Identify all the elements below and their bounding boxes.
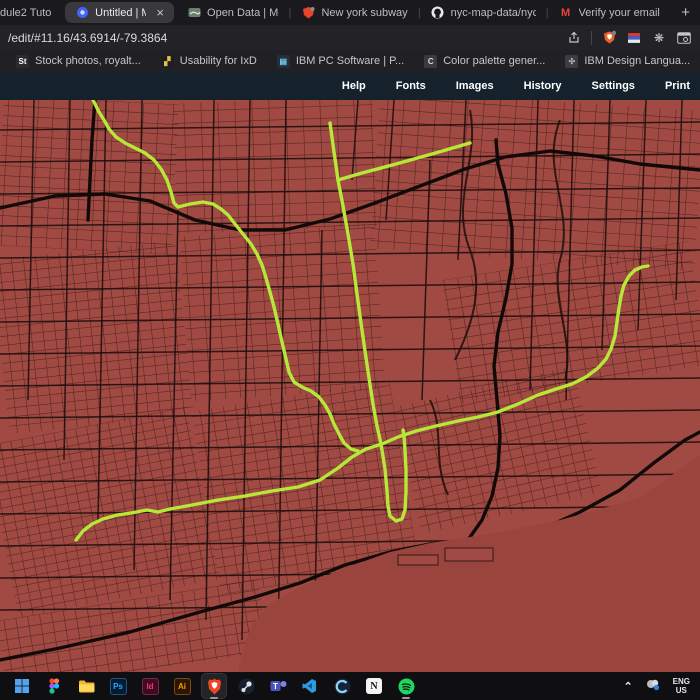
tab-title: Open Data | Metrolinx (207, 7, 279, 19)
bookmark-label: Color palette gener... (443, 55, 545, 67)
browser-tab-strip: dule2 Tutorial4 Untitled | Mapbox × Open Da… (0, 0, 700, 25)
harbour-pier (398, 555, 438, 565)
harbour-pier (445, 548, 493, 561)
language-indicator[interactable]: ENG US (673, 677, 690, 695)
brave-shield-icon[interactable] (601, 30, 617, 46)
weather-icon[interactable] (645, 677, 661, 696)
url-field[interactable]: /edit/#11.16/43.6914/-79.3864 (8, 31, 566, 45)
tab-title: dule2 Tutorial4 (0, 7, 52, 19)
studio-menu-help[interactable]: Help (342, 80, 366, 92)
file-explorer-icon[interactable] (74, 674, 98, 698)
photoshop-icon[interactable]: Ps (106, 674, 130, 698)
teams-icon[interactable]: T (266, 674, 290, 698)
tab-close-icon[interactable]: × (156, 5, 164, 20)
tab-title: nyc-map-data/nyc_subwa (451, 7, 536, 19)
indesign-icon[interactable]: Id (138, 674, 162, 698)
browser-tab-2[interactable]: Untitled | Mapbox × (65, 2, 174, 23)
bookmark-label: Stock photos, royalt... (35, 55, 141, 67)
browser-tab-3[interactable]: Open Data | Metrolinx (178, 0, 288, 25)
svg-text:T: T (273, 682, 278, 691)
tab-separator: | (418, 7, 421, 19)
usability-icon: ▞ (161, 55, 174, 68)
steam-icon[interactable] (234, 674, 258, 698)
tab-separator: | (546, 7, 549, 19)
github-icon (431, 6, 445, 20)
address-bar: /edit/#11.16/43.6914/-79.3864 ❋ (0, 25, 700, 50)
bookmark-item-4[interactable]: C Color palette gener... (416, 55, 553, 68)
browser-tab-1[interactable]: dule2 Tutorial4 (0, 0, 61, 25)
bookmark-item-2[interactable]: ▞ Usability for IxD (153, 55, 265, 68)
color-palette-icon: C (424, 55, 437, 68)
shutterstock-icon: St (16, 55, 29, 68)
desktop: dule2 Tutorial4 Untitled | Mapbox × Open Da… (0, 0, 700, 700)
mapbox-icon (75, 6, 89, 20)
map-canvas[interactable] (0, 100, 700, 672)
taskbar-apps: Ps Id Ai T N (10, 674, 418, 698)
studio-menu-images[interactable]: Images (456, 80, 494, 92)
mapbox-studio-toolbar: Help Fonts Images History Settings Print (0, 72, 700, 100)
studio-menu-fonts[interactable]: Fonts (396, 80, 426, 92)
bookmark-label: IBM PC Software | P... (296, 55, 404, 67)
cinema4d-icon[interactable] (330, 674, 354, 698)
tab-separator: | (289, 7, 292, 19)
ibm-pc-icon: ▤ (277, 55, 290, 68)
new-tab-button[interactable]: + (671, 4, 700, 21)
bookmark-label: IBM Design Langua... (584, 55, 690, 67)
running-indicator (402, 697, 410, 699)
bookmark-item-5[interactable]: ✣ IBM Design Langua... (557, 55, 698, 68)
browser-tab-6[interactable]: M Verify your email address (550, 0, 672, 25)
system-tray: ⌃ ENG US (623, 677, 690, 696)
bookmark-label: Usability for IxD (180, 55, 257, 67)
brave-browser-icon[interactable] (202, 674, 226, 698)
studio-menu-print[interactable]: Print (665, 80, 690, 92)
ibm-design-icon: ✣ (565, 55, 578, 68)
bookmarks-bar: St Stock photos, royalt... ▞ Usability for … (0, 50, 700, 72)
studio-menu-settings[interactable]: Settings (592, 80, 635, 92)
metrolinx-icon (187, 6, 201, 20)
reader-mode-icon[interactable] (676, 30, 692, 46)
running-indicator (210, 697, 218, 699)
studio-menu-history[interactable]: History (524, 80, 562, 92)
bookmark-item-3[interactable]: ▤ IBM PC Software | P... (269, 55, 412, 68)
extension-icon[interactable]: ❋ (651, 30, 667, 46)
shield-favicon (301, 6, 315, 20)
tray-chevron-icon[interactable]: ⌃ (623, 680, 632, 693)
vscode-icon[interactable] (298, 674, 322, 698)
windows-taskbar: Ps Id Ai T N ⌃ ENG US (0, 672, 700, 700)
browser-tab-4[interactable]: New york subway lines ge (292, 0, 416, 25)
spotify-icon[interactable] (394, 674, 418, 698)
address-bar-icons: ❋ (566, 30, 692, 46)
divider (591, 31, 592, 45)
tab-title: Verify your email address (579, 7, 663, 19)
bookmark-item-1[interactable]: St Stock photos, royalt... (8, 55, 149, 68)
windows-start-icon[interactable] (10, 674, 34, 698)
figma-icon[interactable] (42, 674, 66, 698)
browser-tab-5[interactable]: nyc-map-data/nyc_subwa (422, 0, 545, 25)
share-icon[interactable] (566, 30, 582, 46)
map-svg[interactable] (0, 100, 700, 672)
tab-title: Untitled | Mapbox (95, 7, 146, 19)
flag-extension-icon[interactable] (626, 30, 642, 46)
illustrator-icon[interactable]: Ai (170, 674, 194, 698)
notion-icon[interactable]: N (362, 674, 386, 698)
gmail-icon: M (559, 6, 573, 20)
tab-title: New york subway lines ge (321, 7, 407, 19)
